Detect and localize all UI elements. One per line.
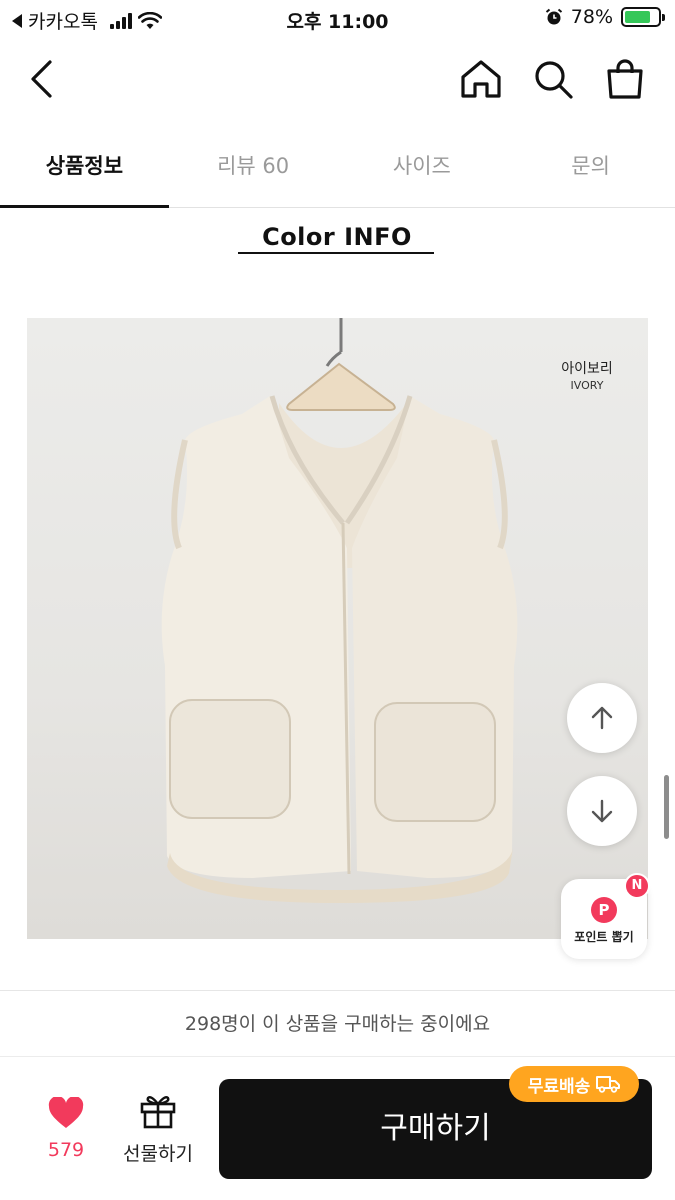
new-badge: N: [624, 873, 650, 899]
like-button[interactable]: 579: [26, 1087, 106, 1167]
free-shipping-badge: 무료배송: [509, 1066, 639, 1102]
section-title: Color INFO: [262, 223, 412, 251]
delivery-truck-icon: [596, 1076, 621, 1093]
color-name-korean: 아이보리: [561, 361, 613, 377]
battery-fill: [625, 11, 650, 23]
product-tabs: 상품정보 리뷰 60 사이즈 문의: [0, 124, 675, 208]
arrow-down-icon: [591, 799, 613, 823]
section-title-underline: [238, 252, 434, 254]
scrollbar[interactable]: [664, 775, 669, 839]
battery-percent: 78%: [570, 6, 613, 28]
back-chevron-icon[interactable]: [20, 56, 66, 102]
nav-bar: [0, 40, 675, 120]
gift-label: 선물하기: [123, 1143, 193, 1165]
shopping-bag-icon[interactable]: [602, 56, 648, 102]
tab-product-info[interactable]: 상품정보: [0, 124, 169, 208]
home-icon[interactable]: [458, 56, 504, 102]
status-bar: 카카오톡 오후 11:00 78%: [0, 0, 675, 40]
gift-button[interactable]: 선물하기: [112, 1087, 204, 1167]
heart-icon: [48, 1097, 84, 1128]
point-icon: P: [591, 897, 617, 923]
vest-illustration: [161, 318, 518, 903]
tab-inquiry[interactable]: 문의: [506, 124, 675, 207]
search-icon[interactable]: [530, 56, 576, 102]
scroll-up-button[interactable]: [567, 683, 637, 753]
gift-icon: [140, 1096, 176, 1129]
status-right: 78%: [545, 6, 665, 28]
battery-icon: [621, 7, 665, 27]
product-image[interactable]: 아이보리 IVORY: [27, 318, 648, 939]
alarm-icon: [545, 8, 562, 25]
point-draw-label: 포인트 뽑기: [574, 930, 634, 944]
scroll-down-button[interactable]: [567, 776, 637, 846]
tab-size[interactable]: 사이즈: [338, 124, 507, 207]
tab-reviews[interactable]: 리뷰 60: [169, 124, 338, 207]
like-count: 579: [47, 1139, 85, 1161]
free-shipping-label: 무료배송: [527, 1076, 591, 1097]
purchase-notice: 298명이 이 상품을 구매하는 중이에요: [0, 991, 675, 1057]
color-name-english: IVORY: [570, 379, 604, 392]
arrow-up-icon: [591, 706, 613, 730]
